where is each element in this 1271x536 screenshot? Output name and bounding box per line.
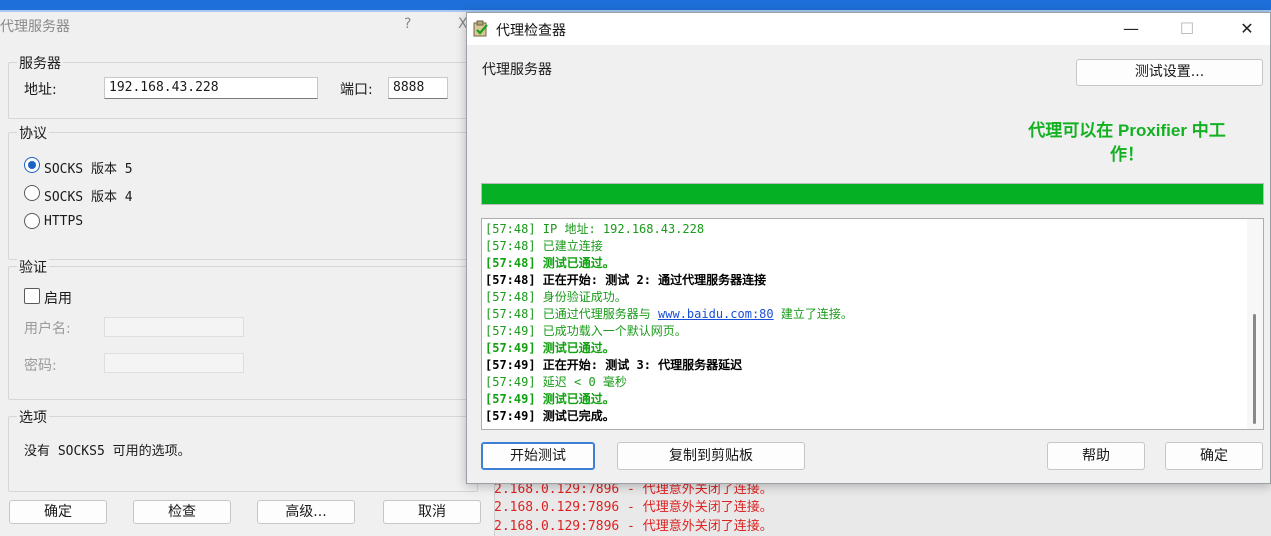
desktop-top-strip [0,0,1271,10]
password-label: 密码: [24,358,57,374]
socks4-label[interactable]: SOCKS 版本 4 [44,186,133,205]
server-group-title: 服务器 [17,53,63,73]
log-line: [57:48] 身份验证成功。 [485,290,627,304]
help-button[interactable]: 帮助 [1047,442,1145,470]
log-scrollbar[interactable] [1247,219,1263,429]
log-line: [57:49] 测试已通过。 [485,392,615,406]
log-link[interactable]: www.baidu.com:80 [658,307,774,321]
copy-to-clipboard-button[interactable]: 复制到剪贴板 [617,442,805,470]
advanced-button[interactable]: 高级... [257,500,355,524]
auth-group-title: 验证 [17,257,49,277]
dialog-title: 代理服务器 [0,19,70,35]
close-button[interactable]: ✕ [1224,13,1270,45]
title-bar[interactable]: 代理检查器 — ☐ ✕ [467,13,1270,45]
log-line: [57:49] 测试已完成。 [485,409,615,423]
enable-auth-label[interactable]: 启用 [44,288,72,308]
underlying-log-line: 2.168.0.129:7896 - 代理意外关闭了连接。 [494,500,773,515]
result-message-line1: 代理可以在 Proxifier 中工 [1028,121,1226,140]
scrollbar-thumb[interactable] [1253,314,1256,424]
log-line: [57:49] 已成功载入一个默认网页。 [485,324,687,338]
result-message-line2: 作！ [1110,145,1144,164]
log-line: [57:48] 正在开始: 测试 2: 通过代理服务器连接 [485,273,767,287]
minimize-button[interactable]: — [1108,13,1154,45]
start-test-button[interactable]: 开始测试 [481,442,595,470]
https-label[interactable]: HTTPS [44,214,83,229]
ok-button[interactable]: 确定 [1165,442,1263,470]
maximize-button[interactable]: ☐ [1164,13,1210,45]
log-line: [57:48] IP 地址: 192.168.43.228 [485,222,705,236]
ok-button[interactable]: 确定 [9,500,107,524]
log-line: [57:49] 正在开始: 测试 3: 代理服务器延迟 [485,358,743,372]
window-title: 代理检查器 [496,23,566,39]
socks4-radio[interactable] [24,185,40,201]
options-text: 没有 SOCKS5 可用的选项。 [24,444,191,459]
options-group-title: 选项 [17,407,49,427]
proxy-server-dialog: 代理服务器 ? X 服务器 地址: 192.168.43.228 端口: 888… [0,12,495,536]
log-text: [57:48] 已通过代理服务器与 [485,307,659,321]
username-label: 用户名: [24,321,71,337]
port-field[interactable]: 8888 [388,77,448,99]
app-icon [473,20,488,37]
help-icon[interactable]: ? [404,16,411,32]
socks5-label[interactable]: SOCKS 版本 5 [44,158,133,177]
log-line: [57:48] 测试已通过。 [485,256,615,270]
result-message: 代理可以在 Proxifier 中工 作！ [987,119,1267,167]
username-field[interactable] [104,317,244,337]
protocol-group-title: 协议 [17,123,49,143]
log-text: 建立了连接。 [773,307,853,321]
check-button[interactable]: 检查 [133,500,231,524]
cancel-button[interactable]: 取消 [383,500,481,524]
progress-bar [481,183,1264,205]
https-radio[interactable] [24,213,40,229]
proxy-server-label: 代理服务器 [482,62,552,78]
log-line: [57:49] 测试已通过。 [485,341,615,355]
address-field[interactable]: 192.168.43.228 [104,77,318,99]
log-box[interactable]: [57:48] IP 地址: 192.168.43.228 [57:48] 已建… [481,218,1264,430]
socks5-radio[interactable] [24,157,40,173]
log-line: [57:49] 延迟 < 0 毫秒 [485,375,627,389]
test-settings-button[interactable]: 测试设置... [1076,59,1263,86]
log-line: [57:48] 已通过代理服务器与 www.baidu.com:80 建立了连接… [485,306,853,323]
log-line: [57:48] 已建立连接 [485,239,603,253]
enable-auth-checkbox[interactable] [24,288,40,304]
password-field[interactable] [104,353,244,373]
progress-fill [482,184,1263,204]
address-label: 地址: [24,82,57,98]
port-label: 端口: [340,82,373,98]
proxy-checker-window: 代理检查器 — ☐ ✕ 代理服务器 测试设置... 代理可以在 Proxifie… [466,12,1271,484]
underlying-log-line: 2.168.0.129:7896 - 代理意外关闭了连接。 [494,519,773,534]
